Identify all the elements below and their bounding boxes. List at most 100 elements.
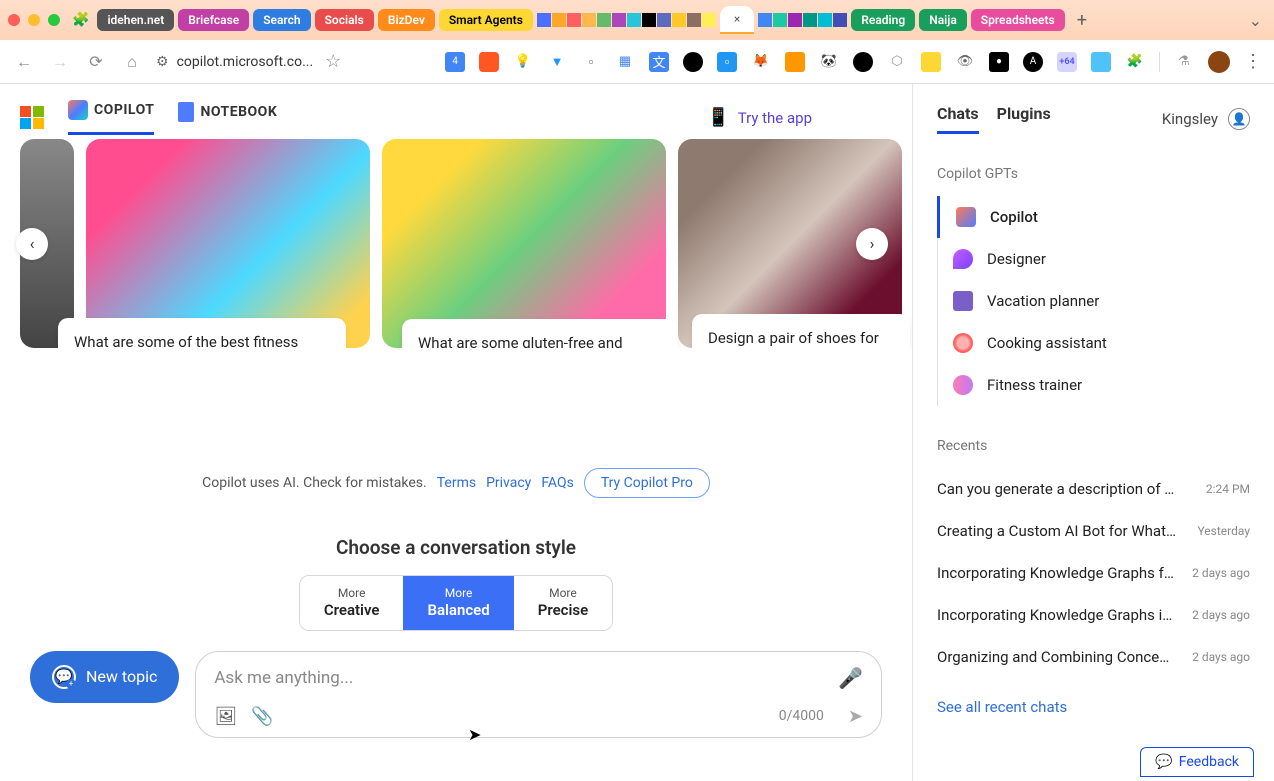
- copilot-icon: [956, 207, 976, 227]
- extensions-puzzle-icon[interactable]: 🧩: [1125, 52, 1145, 72]
- tab-group-smart-agents[interactable]: Smart Agents: [439, 9, 533, 31]
- labs-icon[interactable]: ⚗: [1174, 52, 1194, 72]
- gpt-fitness[interactable]: Fitness trainer: [937, 364, 1250, 406]
- suggestion-card-fitness[interactable]: What are some of the best fitness games …: [86, 139, 370, 348]
- terms-link[interactable]: Terms: [437, 475, 476, 491]
- suggestion-card-vegan[interactable]: What are some gluten-free and vegan reci…: [382, 139, 666, 348]
- minimize-window[interactable]: [28, 14, 40, 26]
- browser-menu-icon[interactable]: ⋮: [1244, 51, 1262, 72]
- feedback-button[interactable]: 💬 Feedback: [1140, 747, 1254, 777]
- tab-strip: 🧩 idehen.net Briefcase Search Socials Bi…: [72, 6, 1245, 34]
- sidebar-tab-plugins[interactable]: Plugins: [997, 104, 1051, 134]
- tab-group-bizdev[interactable]: BizDev: [378, 9, 435, 31]
- try-pro-button[interactable]: Try Copilot Pro: [584, 468, 710, 498]
- extension-icon[interactable]: [479, 52, 499, 72]
- active-tab[interactable]: ×: [720, 6, 754, 34]
- attachment-icon[interactable]: 📎: [251, 706, 273, 727]
- copilot-icon: [68, 100, 88, 120]
- close-window[interactable]: [8, 14, 20, 26]
- gpt-copilot[interactable]: Copilot: [937, 196, 1250, 238]
- tab-copilot[interactable]: COPILOT: [68, 100, 154, 135]
- recent-chat[interactable]: Organizing and Combining Concepts 2 days…: [937, 636, 1250, 678]
- gpt-designer[interactable]: Designer: [937, 238, 1250, 280]
- try-app-link[interactable]: 📱 Try the app: [707, 107, 812, 128]
- extension-icon[interactable]: A: [1023, 52, 1043, 72]
- maximize-window[interactable]: [48, 14, 60, 26]
- new-tab-button[interactable]: +: [1069, 10, 1095, 31]
- extension-icon[interactable]: 💡: [513, 52, 533, 72]
- faqs-link[interactable]: FAQs: [541, 475, 574, 491]
- carousel-next-button[interactable]: ›: [856, 228, 888, 260]
- composer[interactable]: Ask me anything... 🎤 🖼 📎 0/4000 ➤: [195, 651, 882, 738]
- gpt-vacation[interactable]: Vacation planner: [937, 280, 1250, 322]
- send-icon[interactable]: ➤: [848, 706, 863, 727]
- style-balanced[interactable]: More Balanced: [403, 576, 513, 630]
- site-info-icon[interactable]: ⚙: [156, 54, 169, 70]
- recent-chat[interactable]: Can you generate a description of Spike …: [937, 468, 1250, 510]
- extension-icon[interactable]: 👁: [955, 52, 975, 72]
- privacy-link[interactable]: Privacy: [486, 475, 531, 491]
- style-more-label: More: [538, 586, 588, 601]
- pinned-tabs[interactable]: [537, 13, 716, 27]
- extension-icon[interactable]: ▫: [717, 52, 737, 72]
- extension-icon[interactable]: ▫: [581, 52, 601, 72]
- gpt-cooking[interactable]: Cooking assistant: [937, 322, 1250, 364]
- divider: [1159, 52, 1160, 72]
- extension-icon[interactable]: [853, 52, 873, 72]
- chat-icon: 💬: [1155, 754, 1172, 770]
- tab-group-reading[interactable]: Reading: [851, 9, 915, 31]
- extension-icon[interactable]: ▼: [547, 52, 567, 72]
- new-topic-button[interactable]: 💬 New topic: [30, 651, 179, 703]
- extension-icon[interactable]: [1091, 52, 1111, 72]
- extension-icon[interactable]: [785, 52, 805, 72]
- recent-timestamp: 2 days ago: [1192, 566, 1250, 580]
- gpt-label: Cooking assistant: [987, 334, 1107, 352]
- tab-notebook[interactable]: NOTEBOOK: [178, 102, 277, 134]
- recent-chat[interactable]: Creating a Custom AI Bot for WhatsApp Ye…: [937, 510, 1250, 552]
- extension-icon[interactable]: [921, 52, 941, 72]
- user-menu[interactable]: Kingsley 👤: [1162, 104, 1250, 134]
- tab-group-idehen[interactable]: idehen.net: [97, 9, 174, 31]
- sidebar-tab-chats[interactable]: Chats: [937, 104, 979, 134]
- pinned-tabs-right[interactable]: [758, 13, 847, 27]
- home-button[interactable]: ⌂: [120, 52, 144, 72]
- extension-icon[interactable]: 🐼: [819, 52, 839, 72]
- composer-input[interactable]: Ask me anything...: [214, 668, 838, 688]
- style-precise[interactable]: More Precise: [514, 576, 612, 630]
- gpts-section: Copilot GPTs Copilot Designer Vacation p…: [937, 166, 1250, 406]
- extension-translate-icon[interactable]: 文: [649, 52, 669, 72]
- tab-group-search[interactable]: Search: [253, 9, 310, 31]
- tab-group-spreadsheets[interactable]: Spreadsheets: [971, 9, 1065, 31]
- extensions-overflow[interactable]: +64: [1057, 52, 1077, 72]
- recents-section: Recents Can you generate a description o…: [937, 438, 1250, 716]
- recent-title: Organizing and Combining Concepts: [937, 648, 1177, 666]
- bookmark-star-icon[interactable]: ☆: [325, 51, 341, 72]
- extension-notifications[interactable]: 4: [445, 52, 465, 72]
- new-topic-label: New topic: [86, 667, 157, 686]
- back-button[interactable]: ←: [12, 52, 36, 72]
- profile-avatar[interactable]: [1208, 51, 1230, 73]
- tab-group-naija[interactable]: Naija: [919, 9, 967, 31]
- forward-button[interactable]: →: [48, 52, 72, 72]
- tab-group-briefcase[interactable]: Briefcase: [178, 9, 249, 31]
- extension-icon[interactable]: ⬡: [887, 52, 907, 72]
- extension-icon[interactable]: [683, 52, 703, 72]
- close-tab-icon[interactable]: ×: [734, 12, 740, 26]
- card-prompt: What are some gluten-free and vegan reci…: [402, 319, 678, 348]
- recent-chat[interactable]: Incorporating Knowledge Graphs in Ch 2 d…: [937, 594, 1250, 636]
- extension-icon[interactable]: ●: [989, 52, 1009, 72]
- extension-icon[interactable]: ▦: [615, 52, 635, 72]
- carousel-prev-button[interactable]: ‹: [16, 228, 48, 260]
- style-creative[interactable]: More Creative: [300, 576, 404, 630]
- microphone-icon[interactable]: 🎤: [838, 666, 863, 690]
- reload-button[interactable]: ⟳: [84, 52, 108, 71]
- see-all-chats-link[interactable]: See all recent chats: [937, 698, 1250, 716]
- composer-row: 💬 New topic Ask me anything... 🎤 🖼 📎 0/4…: [0, 631, 912, 750]
- microsoft-logo[interactable]: [20, 106, 44, 130]
- tabs-dropdown[interactable]: ⌄: [1245, 7, 1266, 34]
- extension-metamask-icon[interactable]: 🦊: [751, 52, 771, 72]
- tab-group-socials[interactable]: Socials: [315, 9, 374, 31]
- recent-chat[interactable]: Incorporating Knowledge Graphs for Ch 2 …: [937, 552, 1250, 594]
- add-image-icon[interactable]: 🖼: [214, 706, 237, 727]
- address-bar[interactable]: ⚙ copilot.microsoft.co... ☆: [156, 51, 341, 72]
